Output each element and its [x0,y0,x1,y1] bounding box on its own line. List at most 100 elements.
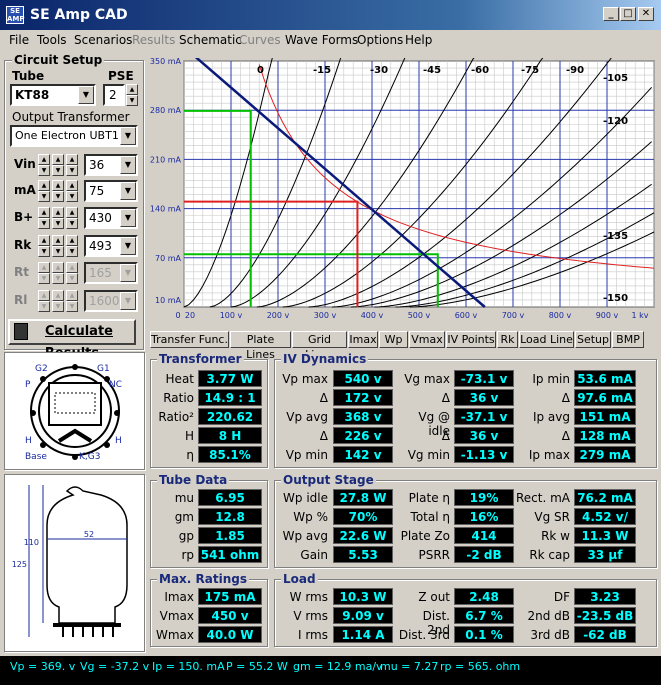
param-stepper-rl[interactable]: ▲ ▼ [52,290,64,312]
tab-load-line[interactable]: Load Line [519,331,574,348]
down-arrow-icon[interactable]: ▼ [52,165,64,176]
up-arrow-icon[interactable]: ▲ [66,180,78,191]
down-arrow-icon[interactable]: ▼ [66,301,78,312]
param-stepper-rk[interactable]: ▲ ▼ [66,235,78,257]
up-arrow-icon[interactable]: ▲ [66,235,78,246]
up-arrow-icon[interactable]: ▲ [38,262,50,273]
down-arrow-icon[interactable]: ▼ [38,246,50,257]
tab-imax[interactable]: Imax [348,331,378,348]
up-arrow-icon[interactable]: ▲ [66,290,78,301]
down-arrow-icon[interactable]: ▼ [126,95,138,106]
up-arrow-icon[interactable]: ▲ [52,290,64,301]
chevron-down-icon[interactable]: ▼ [120,264,136,282]
down-arrow-icon[interactable]: ▼ [66,165,78,176]
param-input-rk[interactable]: 493 ▼ [84,235,138,257]
param-stepper-rt[interactable]: ▲ ▼ [38,262,50,284]
menu-file[interactable]: File [9,33,29,47]
param-stepper-ma[interactable]: ▲ ▼ [66,180,78,202]
title-bar[interactable]: SE AMP SE Amp CAD _ □ ✕ [0,0,661,30]
up-arrow-icon[interactable]: ▲ [38,207,50,218]
tab-iv-points[interactable]: IV Points [446,331,496,348]
param-stepper-b[interactable]: ▲ ▼ [38,207,50,229]
up-arrow-icon[interactable]: ▲ [52,235,64,246]
param-input-rt[interactable]: 165 ▼ [84,262,138,284]
up-arrow-icon[interactable]: ▲ [38,180,50,191]
param-stepper-rl[interactable]: ▲ ▼ [66,290,78,312]
chevron-down-icon[interactable]: ▼ [120,237,136,255]
up-arrow-icon[interactable]: ▲ [38,235,50,246]
pse-input[interactable]: 2 [103,84,125,106]
output-transformer-select[interactable]: One Electron UBT1 ▼ [10,125,138,147]
close-button[interactable]: ✕ [638,7,654,21]
param-stepper-rk[interactable]: ▲ ▼ [52,235,64,257]
menu-results[interactable]: Results [132,33,175,47]
up-arrow-icon[interactable]: ▲ [52,180,64,191]
menu-wave-forms[interactable]: Wave Forms [285,33,358,47]
up-arrow-icon[interactable]: ▲ [52,154,64,165]
down-arrow-icon[interactable]: ▼ [38,218,50,229]
tab-grid-lines[interactable]: Grid Lines [292,331,347,361]
down-arrow-icon[interactable]: ▼ [38,191,50,202]
tab-bmp[interactable]: BMP [612,331,644,348]
minimize-button[interactable]: _ [603,7,619,21]
chevron-down-icon[interactable]: ▼ [120,292,136,310]
down-arrow-icon[interactable]: ▼ [38,301,50,312]
pse-stepper[interactable]: ▲ ▼ [126,84,138,106]
chevron-down-icon[interactable]: ▼ [78,86,94,104]
tab-plate-lines[interactable]: Plate Lines [230,331,291,361]
down-arrow-icon[interactable]: ▼ [66,218,78,229]
amp-app-icon[interactable]: SE AMP [6,6,25,24]
down-arrow-icon[interactable]: ▼ [52,273,64,284]
param-input-vin[interactable]: 36 ▼ [84,154,138,176]
tab-transfer-func[interactable]: Transfer Func. [150,331,229,348]
down-arrow-icon[interactable]: ▼ [38,165,50,176]
menu-scenarios[interactable]: Scenarios [74,33,132,47]
param-stepper-rt[interactable]: ▲ ▼ [66,262,78,284]
down-arrow-icon[interactable]: ▼ [66,191,78,202]
param-stepper-ma[interactable]: ▲ ▼ [52,180,64,202]
up-arrow-icon[interactable]: ▲ [52,207,64,218]
param-stepper-rl[interactable]: ▲ ▼ [38,290,50,312]
param-stepper-rt[interactable]: ▲ ▼ [52,262,64,284]
maximize-button[interactable]: □ [620,7,636,21]
plate-curves-chart[interactable]: 350 mA 280 mA 210 mA 140 mA 70 mA 10 mA 0 20 10… [150,58,658,324]
down-arrow-icon[interactable]: ▼ [66,246,78,257]
param-stepper-vin[interactable]: ▲ ▼ [66,154,78,176]
param-stepper-vin[interactable]: ▲ ▼ [52,154,64,176]
down-arrow-icon[interactable]: ▼ [52,218,64,229]
up-arrow-icon[interactable]: ▲ [66,262,78,273]
param-stepper-rk[interactable]: ▲ ▼ [38,235,50,257]
tab-wp[interactable]: Wp [379,331,408,348]
down-arrow-icon[interactable]: ▼ [52,246,64,257]
menu-schematic[interactable]: Schematic [179,33,242,47]
param-input-ma[interactable]: 75 ▼ [84,180,138,202]
down-arrow-icon[interactable]: ▼ [52,301,64,312]
menu-options[interactable]: Options [357,33,403,47]
menu-curves[interactable]: Curves [239,33,281,47]
down-arrow-icon[interactable]: ▼ [52,191,64,202]
param-stepper-b[interactable]: ▲ ▼ [52,207,64,229]
chevron-down-icon[interactable]: ▼ [120,127,136,145]
param-input-b[interactable]: 430 ▼ [84,207,138,229]
up-arrow-icon[interactable]: ▲ [52,262,64,273]
chevron-down-icon[interactable]: ▼ [120,209,136,227]
tab-setup[interactable]: Setup [575,331,611,348]
param-stepper-b[interactable]: ▲ ▼ [66,207,78,229]
chevron-down-icon[interactable]: ▼ [120,156,136,174]
tab-vmax[interactable]: Vmax [409,331,445,348]
param-stepper-vin[interactable]: ▲ ▼ [38,154,50,176]
up-arrow-icon[interactable]: ▲ [38,290,50,301]
up-arrow-icon[interactable]: ▲ [66,154,78,165]
param-stepper-ma[interactable]: ▲ ▼ [38,180,50,202]
down-arrow-icon[interactable]: ▼ [38,273,50,284]
down-arrow-icon[interactable]: ▼ [66,273,78,284]
up-arrow-icon[interactable]: ▲ [66,207,78,218]
param-input-rl[interactable]: 1600 ▼ [84,290,138,312]
tube-select[interactable]: KT88 ▼ [10,84,96,106]
chevron-down-icon[interactable]: ▼ [120,182,136,200]
menu-tools[interactable]: Tools [37,33,67,47]
menu-help[interactable]: Help [405,33,432,47]
up-arrow-icon[interactable]: ▲ [126,84,138,95]
tab-rk[interactable]: Rk [497,331,518,348]
calculate-results-button[interactable]: Calculate Results [8,319,136,361]
